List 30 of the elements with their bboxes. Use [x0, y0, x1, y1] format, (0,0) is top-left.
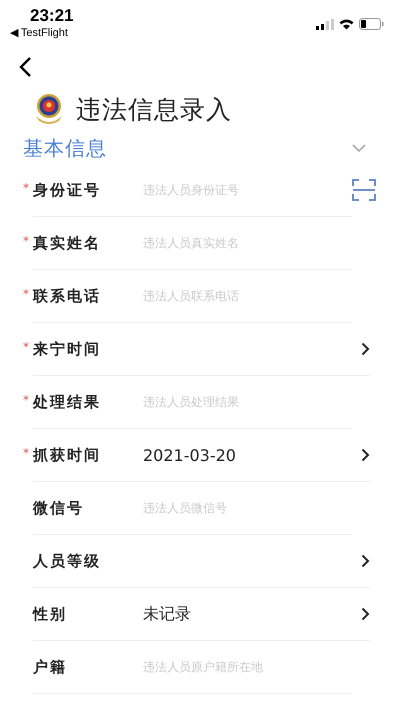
- field-label: 性别: [33, 604, 68, 624]
- chevron-right-icon[interactable]: [361, 342, 370, 356]
- field-value: 未记录: [143, 604, 192, 624]
- back-to-app-link[interactable]: ◀ TestFlight: [10, 26, 74, 39]
- field-label: 身份证号: [33, 180, 102, 200]
- battery-icon: [359, 18, 384, 30]
- required-mark: *: [23, 393, 29, 407]
- signal-icon: [316, 18, 334, 30]
- required-mark: *: [23, 234, 29, 248]
- field-label: 真实姓名: [33, 234, 102, 252]
- field-label: 户籍: [33, 658, 68, 676]
- chevron-right-icon[interactable]: [361, 448, 370, 462]
- required-mark: *: [23, 287, 29, 301]
- field-label: 抓获时间: [33, 446, 102, 464]
- field-label: 来宁时间: [33, 340, 102, 358]
- field-label: 人员等级: [33, 552, 102, 570]
- required-mark: *: [23, 181, 29, 195]
- page-title: 违法信息录入: [76, 94, 232, 126]
- chevron-right-icon[interactable]: [361, 607, 370, 621]
- wifi-icon: [339, 18, 354, 30]
- chevron-right-icon[interactable]: [361, 554, 370, 568]
- section-title: 基本信息: [23, 134, 107, 162]
- field-value: 2021-03-20: [143, 446, 237, 464]
- field-label: 联系电话: [33, 286, 102, 306]
- required-mark: *: [23, 340, 29, 354]
- field-label: 微信号: [33, 498, 85, 518]
- status-time: 23:21: [29, 6, 74, 26]
- field-label: 处理结果: [33, 392, 102, 412]
- scan-button[interactable]: [352, 179, 376, 201]
- required-mark: *: [23, 446, 29, 460]
